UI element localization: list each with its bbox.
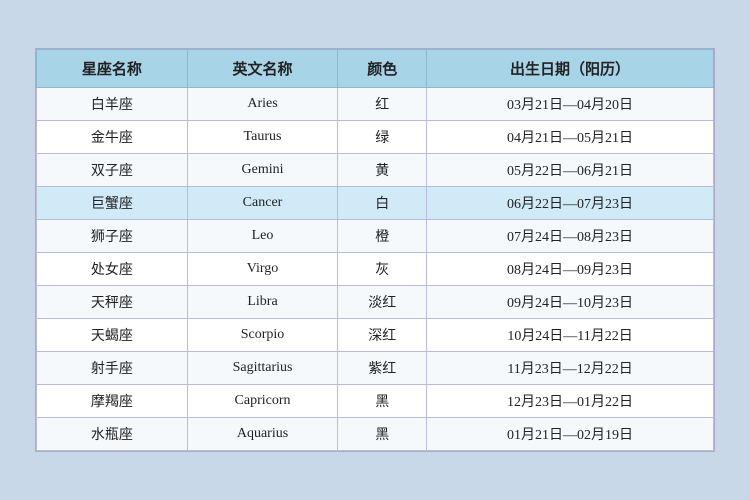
cell-chinese-name: 射手座	[37, 352, 188, 385]
table-row: 白羊座Aries红03月21日—04月20日	[37, 88, 714, 121]
table-row: 天蝎座Scorpio深红10月24日—11月22日	[37, 319, 714, 352]
table-row: 处女座Virgo灰08月24日—09月23日	[37, 253, 714, 286]
cell-color: 橙	[338, 220, 427, 253]
cell-english-name: Aquarius	[187, 418, 338, 451]
cell-color: 黑	[338, 385, 427, 418]
header-birth-date: 出生日期（阳历）	[427, 50, 714, 88]
cell-dates: 01月21日—02月19日	[427, 418, 714, 451]
cell-color: 红	[338, 88, 427, 121]
table-row: 摩羯座Capricorn黑12月23日—01月22日	[37, 385, 714, 418]
cell-english-name: Taurus	[187, 121, 338, 154]
cell-color: 黄	[338, 154, 427, 187]
cell-color: 绿	[338, 121, 427, 154]
header-chinese-name: 星座名称	[37, 50, 188, 88]
cell-dates: 09月24日—10月23日	[427, 286, 714, 319]
table-row: 射手座Sagittarius紫红11月23日—12月22日	[37, 352, 714, 385]
cell-chinese-name: 摩羯座	[37, 385, 188, 418]
cell-color: 白	[338, 187, 427, 220]
table-row: 天秤座Libra淡红09月24日—10月23日	[37, 286, 714, 319]
table-row: 狮子座Leo橙07月24日—08月23日	[37, 220, 714, 253]
cell-dates: 04月21日—05月21日	[427, 121, 714, 154]
cell-dates: 05月22日—06月21日	[427, 154, 714, 187]
cell-chinese-name: 天蝎座	[37, 319, 188, 352]
table-row: 水瓶座Aquarius黑01月21日—02月19日	[37, 418, 714, 451]
cell-english-name: Capricorn	[187, 385, 338, 418]
cell-chinese-name: 白羊座	[37, 88, 188, 121]
cell-english-name: Aries	[187, 88, 338, 121]
cell-chinese-name: 天秤座	[37, 286, 188, 319]
cell-chinese-name: 双子座	[37, 154, 188, 187]
zodiac-table-container: 星座名称 英文名称 颜色 出生日期（阳历） 白羊座Aries红03月21日—04…	[35, 48, 715, 452]
table-row: 巨蟹座Cancer白06月22日—07月23日	[37, 187, 714, 220]
header-color: 颜色	[338, 50, 427, 88]
cell-chinese-name: 狮子座	[37, 220, 188, 253]
cell-color: 黑	[338, 418, 427, 451]
cell-english-name: Sagittarius	[187, 352, 338, 385]
cell-dates: 07月24日—08月23日	[427, 220, 714, 253]
cell-dates: 12月23日—01月22日	[427, 385, 714, 418]
cell-dates: 03月21日—04月20日	[427, 88, 714, 121]
cell-english-name: Scorpio	[187, 319, 338, 352]
cell-dates: 10月24日—11月22日	[427, 319, 714, 352]
cell-color: 灰	[338, 253, 427, 286]
cell-english-name: Gemini	[187, 154, 338, 187]
cell-chinese-name: 巨蟹座	[37, 187, 188, 220]
zodiac-table: 星座名称 英文名称 颜色 出生日期（阳历） 白羊座Aries红03月21日—04…	[36, 49, 714, 451]
cell-color: 紫红	[338, 352, 427, 385]
cell-dates: 06月22日—07月23日	[427, 187, 714, 220]
cell-english-name: Libra	[187, 286, 338, 319]
cell-color: 深红	[338, 319, 427, 352]
cell-chinese-name: 金牛座	[37, 121, 188, 154]
cell-english-name: Leo	[187, 220, 338, 253]
table-header-row: 星座名称 英文名称 颜色 出生日期（阳历）	[37, 50, 714, 88]
table-body: 白羊座Aries红03月21日—04月20日金牛座Taurus绿04月21日—0…	[37, 88, 714, 451]
cell-chinese-name: 处女座	[37, 253, 188, 286]
cell-color: 淡红	[338, 286, 427, 319]
cell-dates: 08月24日—09月23日	[427, 253, 714, 286]
cell-chinese-name: 水瓶座	[37, 418, 188, 451]
header-english-name: 英文名称	[187, 50, 338, 88]
cell-dates: 11月23日—12月22日	[427, 352, 714, 385]
table-row: 双子座Gemini黄05月22日—06月21日	[37, 154, 714, 187]
table-row: 金牛座Taurus绿04月21日—05月21日	[37, 121, 714, 154]
cell-english-name: Cancer	[187, 187, 338, 220]
cell-english-name: Virgo	[187, 253, 338, 286]
